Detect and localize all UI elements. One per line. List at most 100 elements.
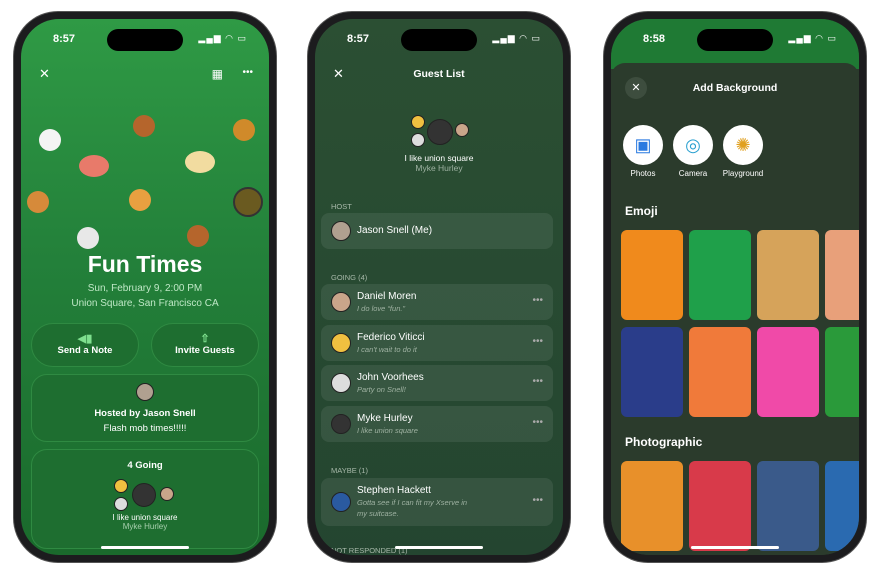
emoji-background-tile[interactable] <box>825 327 859 417</box>
host-section-label: HOST <box>331 202 352 211</box>
photos-button[interactable]: ▣ <box>623 125 663 165</box>
spaghetti-emoji-icon <box>185 151 215 173</box>
dynamic-island <box>107 29 183 51</box>
host-card[interactable]: Hosted by Jason Snell Flash mob times!!!… <box>31 374 259 442</box>
photo-background-tile[interactable] <box>689 461 751 551</box>
phone-guest-list: 8:57 ▂▄▆ ◠ ▭ ✕ Guest List I like union s… <box>308 12 570 562</box>
avatar <box>331 221 351 241</box>
camera-button[interactable]: ◎ <box>673 125 713 165</box>
emoji-background-tile[interactable] <box>757 230 819 320</box>
guest-name: Federico Viticci <box>357 332 425 343</box>
avatar <box>331 333 351 353</box>
guest-avatars <box>32 479 258 513</box>
guest-name: Daniel Moren <box>357 291 417 302</box>
status-time: 8:57 <box>53 33 76 45</box>
status-time: 8:58 <box>643 33 666 45</box>
guest-note: Party on Snell! <box>357 385 406 394</box>
guest-row[interactable]: Federico Viticci I can't wait to do it ••• <box>321 325 553 361</box>
invite-guests-button[interactable]: ⇧ Invite Guests <box>151 323 259 367</box>
emoji-background-tile[interactable] <box>689 327 751 417</box>
guest-note: Gotta see if I can fit my Xserve in <box>357 498 468 507</box>
status-icons: ▂▄▆ ◠ ▭ <box>492 33 541 43</box>
guest-note: I like union square <box>357 426 418 435</box>
megaphone-icon: ◀▮ <box>77 333 93 345</box>
photographic-section-label: Photographic <box>625 435 703 449</box>
emoji-background-tile[interactable] <box>621 230 683 320</box>
guest-name: Jason Snell (Me) <box>357 225 433 236</box>
guest-name: Stephen Hackett <box>357 485 431 496</box>
close-icon[interactable]: ✕ <box>39 66 50 82</box>
status-time: 8:57 <box>347 33 370 45</box>
send-note-label: Send a Note <box>57 345 113 356</box>
emoji-background-tile[interactable] <box>825 230 859 320</box>
emoji-background-tile[interactable] <box>621 327 683 417</box>
guest-note: I can't wait to do it <box>357 345 417 354</box>
drumstick-emoji-icon <box>133 115 155 137</box>
going-section-label: GOING (4) <box>331 273 368 282</box>
avatar <box>331 373 351 393</box>
featured-note: I like union square <box>404 153 474 163</box>
whiskey-emoji-icon <box>233 119 255 141</box>
event-title: Fun Times <box>87 251 203 277</box>
home-indicator <box>101 546 189 549</box>
avatar <box>331 414 351 434</box>
guest-row[interactable]: John Voorhees Party on Snell! ••• <box>321 365 553 401</box>
guest-avatars <box>411 115 471 149</box>
takeout-emoji-icon <box>39 129 61 151</box>
photo-background-tile[interactable] <box>621 461 683 551</box>
avatar <box>114 497 128 511</box>
avatar <box>132 483 156 507</box>
more-icon[interactable]: ••• <box>532 295 543 306</box>
playground-button[interactable]: ✺ <box>723 125 763 165</box>
photo-background-tile[interactable] <box>825 461 859 551</box>
guest-name: John Voorhees <box>357 372 424 383</box>
avatar <box>160 487 174 501</box>
event-date: Sun, February 9, 2:00 PM <box>87 283 203 294</box>
plate-emoji-icon <box>77 227 99 249</box>
more-icon[interactable]: ••• <box>242 67 253 78</box>
phone-event-detail: 8:57 ▂▄▆ ◠ ▭ ✕ ▦ ••• Fun Times Sun, Febr… <box>14 12 276 562</box>
guest-name: Myke Hurley <box>357 413 413 424</box>
avatar <box>114 479 128 493</box>
guest-row[interactable]: Myke Hurley I like union square ••• <box>321 406 553 442</box>
avatar <box>331 292 351 312</box>
invite-guests-label: Invite Guests <box>175 345 235 356</box>
emoji-background-tile[interactable] <box>689 230 751 320</box>
more-icon[interactable]: ••• <box>532 336 543 347</box>
dynamic-island <box>697 29 773 51</box>
playground-label: Playground <box>722 169 764 178</box>
photo-background-tile[interactable] <box>757 461 819 551</box>
more-icon[interactable]: ••• <box>532 495 543 506</box>
avatar <box>455 123 469 137</box>
status-icons: ▂▄▆ ◠ ▭ <box>788 33 837 43</box>
avatar <box>427 119 453 145</box>
guest-row[interactable]: Stephen Hackett Gotta see if I can fit my… <box>321 478 553 526</box>
guest-row[interactable]: Daniel Moren I do love “fun.” ••• <box>321 284 553 320</box>
avatar <box>411 133 425 147</box>
send-note-button[interactable]: ◀▮ Send a Note <box>31 323 139 367</box>
event-location[interactable]: Union Square, San Francisco CA <box>21 298 269 309</box>
phone-add-background: 8:58 ▂▄▆ ◠ ▭ ✕ Add Background ▣ Photos ◎… <box>604 12 866 562</box>
home-indicator <box>395 546 483 549</box>
emoji-section-label: Emoji <box>625 204 658 218</box>
status-icons: ▂▄▆ ◠ ▭ <box>198 33 247 43</box>
host-note: Flash mob times!!!!! <box>103 423 187 434</box>
featured-note: I like union square <box>112 513 178 522</box>
share-icon: ⇧ <box>200 333 210 345</box>
drumstick-emoji-icon <box>187 225 209 247</box>
avatar <box>136 383 154 401</box>
host-row[interactable]: Jason Snell (Me) <box>321 213 553 249</box>
guest-note-continued: my suitcase. <box>357 509 399 518</box>
home-indicator <box>691 546 779 549</box>
featured-name: Myke Hurley <box>122 522 168 531</box>
featured-name: Myke Hurley <box>415 163 463 173</box>
emoji-background-tile[interactable] <box>757 327 819 417</box>
calendar-icon[interactable]: ▦ <box>212 67 223 81</box>
more-icon[interactable]: ••• <box>532 376 543 387</box>
guest-list-title: Guest List <box>413 68 465 80</box>
going-card[interactable]: 4 Going I like union square Myke Hurley <box>31 449 259 549</box>
more-icon[interactable]: ••• <box>532 417 543 428</box>
avatar <box>411 115 425 129</box>
sushi-emoji-icon <box>79 155 109 177</box>
sheet-title: Add Background <box>692 82 778 94</box>
